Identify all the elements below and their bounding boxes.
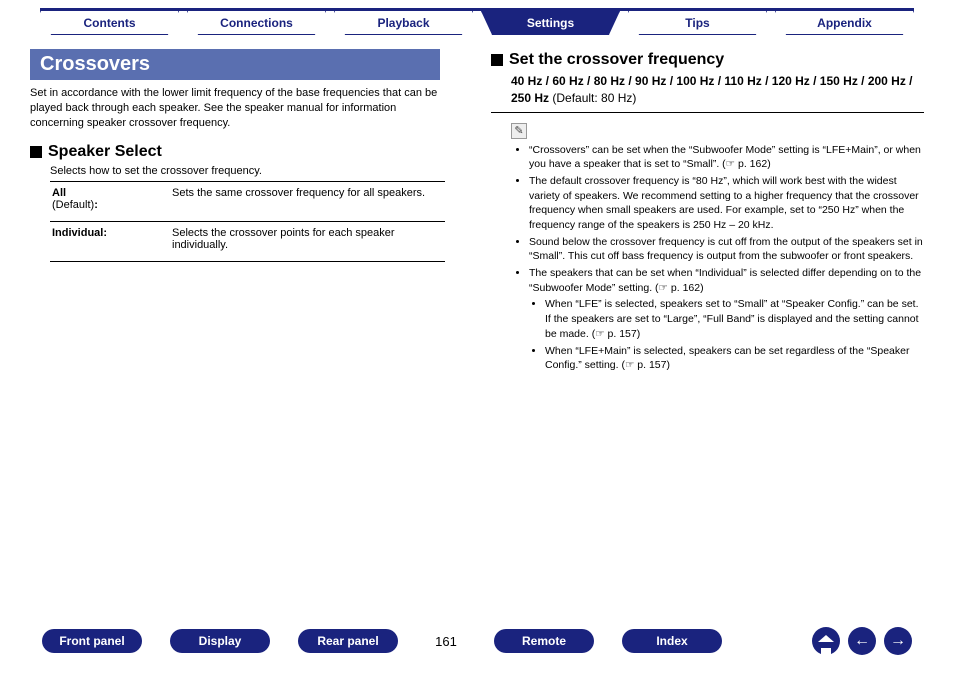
home-icon[interactable]: [812, 627, 840, 655]
table-row: All (Default): Sets the same crossover f…: [50, 181, 445, 221]
footer-display[interactable]: Display: [170, 629, 270, 653]
row-key-strong: Individual:: [52, 227, 107, 239]
row-key-suffix: :: [94, 199, 98, 211]
bullet-square-icon: [491, 54, 503, 66]
section-speaker-select: Speaker Select: [30, 143, 463, 161]
page-title: Crossovers: [30, 49, 440, 80]
tab-settings[interactable]: Settings: [481, 11, 620, 35]
tab-appendix[interactable]: Appendix: [775, 11, 914, 35]
tab-tips[interactable]: Tips: [628, 11, 767, 35]
wrench-icon: ✎: [511, 123, 527, 139]
notes-list: “Crossovers” can be set when the “Subwoo…: [491, 143, 924, 373]
tab-contents[interactable]: Contents: [40, 11, 179, 35]
footer-front-panel[interactable]: Front panel: [42, 629, 142, 653]
left-column: Crossovers Set in accordance with the lo…: [30, 49, 463, 377]
intro-text: Set in accordance with the lower limit f…: [30, 84, 440, 141]
section-heading: Speaker Select: [48, 143, 162, 161]
page-number: 161: [426, 634, 466, 649]
subnote-item: When “LFE+Main” is selected, speakers ca…: [545, 344, 924, 373]
row-key-rest: (Default): [52, 199, 94, 211]
row-val: Sets the same crossover frequency for al…: [170, 181, 445, 221]
nav-icon-group: ← →: [812, 627, 912, 655]
footer-nav: Front panel Display Rear panel 161 Remot…: [42, 627, 912, 655]
footer-rear-panel[interactable]: Rear panel: [298, 629, 398, 653]
note-item: Sound below the crossover frequency is c…: [529, 235, 924, 264]
footer-index[interactable]: Index: [622, 629, 722, 653]
row-key-strong: All: [52, 187, 66, 199]
section-heading: Set the crossover frequency: [509, 51, 724, 69]
frequency-options: 40 Hz / 60 Hz / 80 Hz / 90 Hz / 100 Hz /…: [491, 73, 924, 113]
speaker-select-table: All (Default): Sets the same crossover f…: [50, 181, 445, 262]
tab-connections[interactable]: Connections: [187, 11, 326, 35]
top-nav: Contents Connections Playback Settings T…: [40, 8, 914, 35]
content-columns: Crossovers Set in accordance with the lo…: [30, 41, 924, 377]
next-page-icon[interactable]: →: [884, 627, 912, 655]
note-item: “Crossovers” can be set when the “Subwoo…: [529, 143, 924, 172]
bullet-square-icon: [30, 146, 42, 158]
subnote-item: When “LFE” is selected, speakers set to …: [545, 297, 924, 341]
manual-page: Contents Connections Playback Settings T…: [0, 0, 954, 673]
tab-playback[interactable]: Playback: [334, 11, 473, 35]
prev-page-icon[interactable]: ←: [848, 627, 876, 655]
note-item: The default crossover frequency is “80 H…: [529, 174, 924, 233]
freq-default: (Default: 80 Hz): [549, 91, 636, 105]
note-item: The speakers that can be set when “Indiv…: [529, 266, 924, 373]
row-val: Selects the crossover points for each sp…: [170, 221, 445, 261]
table-row: Individual: Selects the crossover points…: [50, 221, 445, 261]
section-crossover-freq: Set the crossover frequency: [491, 51, 924, 69]
section-sub: Selects how to set the crossover frequen…: [30, 163, 463, 181]
note-item-text: The speakers that can be set when “Indiv…: [529, 267, 921, 294]
right-column: Set the crossover frequency 40 Hz / 60 H…: [491, 49, 924, 377]
footer-remote[interactable]: Remote: [494, 629, 594, 653]
